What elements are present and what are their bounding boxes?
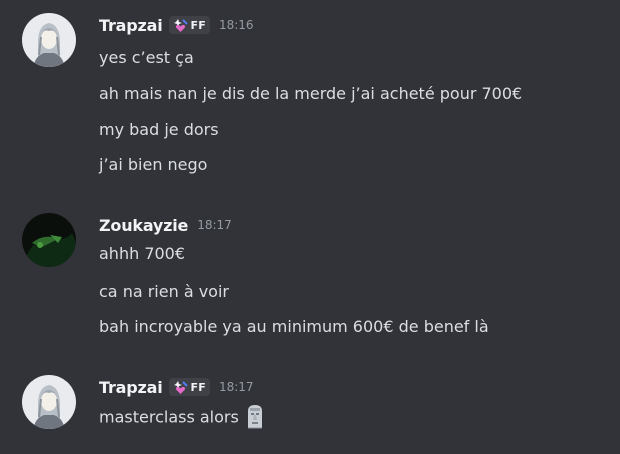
avatar-image: [22, 213, 76, 267]
message-text: ca na rien à voir: [99, 282, 229, 301]
message-header: Trapzai FF 18:16: [99, 13, 254, 37]
message-text: my bad je dors: [99, 120, 219, 139]
username[interactable]: Trapzai: [99, 378, 163, 397]
message-text: masterclass alors: [99, 405, 266, 431]
avatar[interactable]: [22, 213, 76, 267]
username[interactable]: Zoukayzie: [99, 216, 188, 235]
message-text-content: masterclass alors: [99, 407, 239, 427]
avatar[interactable]: [22, 13, 76, 67]
timestamp[interactable]: 18:17: [197, 218, 232, 232]
message-text: j’ai bien nego: [99, 155, 208, 174]
server-tag-label: FF: [190, 18, 206, 32]
avatar-image: [22, 375, 76, 429]
chat-message-list: Trapzai FF 18:16 yes c’est ça ah mais na…: [0, 0, 620, 454]
message-header: Trapzai FF 18:17: [99, 375, 254, 399]
message-text: ah mais nan je dis de la merde j’ai ache…: [99, 84, 523, 103]
moai-icon[interactable]: [244, 403, 266, 429]
sparkle-heart-icon: [173, 18, 188, 32]
timestamp[interactable]: 18:17: [219, 380, 254, 394]
server-tag[interactable]: FF: [168, 378, 210, 396]
message-text: ahhh 700€: [99, 244, 186, 263]
server-tag-label: FF: [190, 380, 206, 394]
message-text: yes c’est ça: [99, 48, 194, 67]
message-text: bah incroyable ya au minimum 600€ de ben…: [99, 317, 489, 336]
server-tag[interactable]: FF: [168, 16, 210, 34]
sparkle-heart-icon: [173, 380, 188, 394]
avatar-image: [22, 13, 76, 67]
username[interactable]: Trapzai: [99, 16, 163, 35]
avatar[interactable]: [22, 375, 76, 429]
timestamp[interactable]: 18:16: [219, 18, 254, 32]
message-header: Zoukayzie 18:17: [99, 213, 232, 237]
